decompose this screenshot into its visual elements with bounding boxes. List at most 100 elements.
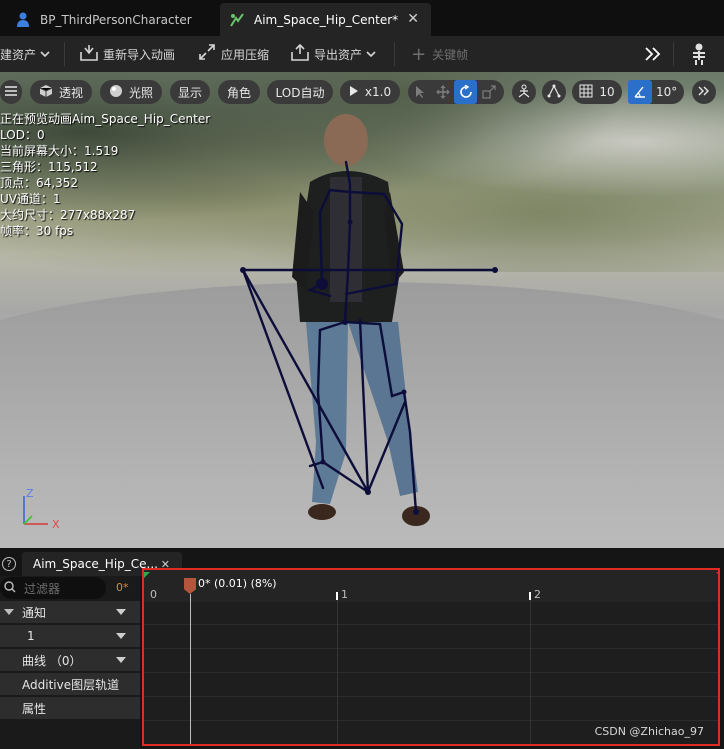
apply-compression-label: 应用压缩 (221, 47, 270, 62)
character-label: 角色 (226, 85, 251, 100)
preview-viewport[interactable]: 透视 光照 显示 角色 LOD自动 x1.0 10 10° 正在预览动画Aim_… (0, 72, 724, 548)
create-asset-button[interactable]: 创建资产 (0, 36, 50, 72)
stat-preview-animation: 正在预览动画Aim_Space_Hip_Center (0, 112, 211, 126)
filter-input[interactable]: 过滤器 (0, 577, 106, 599)
axis-x-label: X (52, 518, 60, 531)
tab-bp-third-person-character[interactable]: BP_ThirdPersonCharacter (0, 3, 216, 36)
export-asset-label: 导出资产 (314, 47, 363, 62)
tab-aim-space-hip-center[interactable]: Aim_Space_Hip_Center* ✕ (220, 3, 431, 36)
scale-icon[interactable] (477, 80, 500, 104)
track-row-additive-layers[interactable]: Additive图层轨道 (0, 673, 140, 695)
grid-snap-button[interactable]: 10 (572, 80, 622, 104)
track-row-attributes[interactable]: 属性 (0, 697, 140, 719)
perspective-label: 透视 (58, 85, 83, 100)
move-icon[interactable] (431, 80, 454, 104)
track-row-curves[interactable]: 曲线 （0） (0, 649, 140, 671)
compression-icon (197, 43, 217, 65)
perspective-button[interactable]: 透视 (30, 80, 92, 104)
reimport-animation-button[interactable]: 重新导入动画 (79, 36, 175, 72)
help-icon[interactable]: ? (2, 557, 16, 571)
double-chevron-right-icon[interactable] (633, 47, 673, 61)
stat-approx-size: 大约尺寸：277x88x287 (0, 208, 136, 222)
track-label: 1 (27, 629, 35, 643)
track-list: 过滤器 0* 通知 1 曲线 （0） Additive图层轨道 属性 (0, 576, 140, 749)
document-tab-bar: BP_ThirdPersonCharacter Aim_Space_Hip_Ce… (0, 0, 724, 36)
chevron-down-icon (366, 47, 376, 61)
reimport-label: 重新导入动画 (103, 47, 176, 62)
track-label: Additive图层轨道 (22, 677, 120, 692)
stat-vertices: 顶点：64,352 (0, 176, 78, 190)
track-label: 曲线 （0） (22, 653, 82, 668)
angle-icon[interactable] (628, 80, 652, 104)
grid-size-value: 10 (599, 85, 615, 99)
select-cursor-icon[interactable] (408, 80, 431, 104)
export-icon (290, 43, 310, 65)
track-row-notifies[interactable]: 通知 (0, 601, 140, 623)
lod-auto-button[interactable]: LOD自动 (267, 80, 333, 104)
chevron-down-icon (40, 47, 50, 61)
ruler-tick-label: 0 (150, 588, 157, 601)
character-button[interactable]: 角色 (218, 80, 260, 104)
lod-label: LOD自动 (275, 85, 325, 100)
asset-toolbar: 创建资产 重新导入动画 应用压缩 导出资产 + 关键帧 (0, 36, 724, 72)
track-label: 属性 (22, 701, 47, 716)
track-row-notify-1[interactable]: 1 (0, 625, 140, 647)
ruler-tick (336, 592, 338, 600)
dropdown-arrow-icon[interactable] (116, 629, 126, 643)
toolbar-divider (64, 42, 66, 66)
frame-gridline (530, 600, 531, 744)
cube-icon (39, 84, 53, 101)
notify-lane[interactable] (144, 602, 718, 625)
snap-icon (546, 83, 562, 102)
viewport-menu-button[interactable] (0, 80, 22, 104)
keyframe-button[interactable]: + 关键帧 (411, 36, 468, 72)
stat-uv-channels: UV通道：1 (0, 192, 61, 206)
stat-screen-size: 当前屏幕大小：1.519 (0, 144, 119, 158)
rotation-snap-value[interactable]: 10° (652, 85, 677, 99)
apply-compression-button[interactable]: 应用压缩 (197, 36, 269, 72)
show-button[interactable]: 显示 (170, 80, 210, 104)
watermark: CSDN @Zhichao_97 (594, 725, 704, 738)
playhead-line (190, 594, 191, 744)
double-chevron-right-icon (698, 85, 710, 99)
reimport-icon (79, 44, 99, 65)
viewport-overflow-button[interactable] (692, 80, 716, 104)
ruler-tick-label: 2 (534, 588, 541, 601)
skeleton-icon[interactable] (674, 43, 724, 65)
character-blueprint-icon (14, 11, 32, 29)
search-icon (4, 580, 16, 596)
play-speed-button[interactable]: x1.0 (340, 80, 400, 104)
dropdown-arrow-icon[interactable] (116, 605, 126, 619)
grid-icon (579, 84, 593, 101)
tab-label: Aim_Space_Hip_Center* (254, 12, 399, 27)
play-speed-label: x1.0 (364, 85, 392, 99)
lit-label: 光照 (128, 85, 153, 100)
stat-triangles: 三角形：115,512 (0, 160, 98, 174)
sphere-icon (109, 84, 123, 101)
curves-lane[interactable] (144, 650, 718, 673)
ruler-tick (529, 592, 531, 600)
ruler-tick-label: 1 (341, 588, 348, 601)
stat-lod: LOD：0 (0, 128, 45, 142)
track-label: 通知 (22, 605, 47, 620)
notify-track-1-lane[interactable] (144, 626, 718, 649)
axis-z-label: Z (26, 487, 34, 500)
export-asset-button[interactable]: 导出资产 (290, 36, 376, 72)
viewport-stats: 正在预览动画Aim_Space_Hip_Center LOD：0 当前屏幕大小：… (0, 111, 210, 239)
viewport-toolbar: 透视 光照 显示 角色 LOD自动 x1.0 10 10° (0, 80, 724, 104)
timeline-area[interactable]: 0 1 2 0* (0.01) (8%) CSDN @Zhichao_97 (142, 568, 720, 746)
create-asset-label: 创建资产 (0, 47, 37, 62)
surface-snap-button[interactable] (542, 80, 566, 104)
rotate-icon[interactable] (454, 80, 477, 104)
attributes-lane[interactable] (144, 698, 718, 721)
stat-framerate: 帧率：30 fps (0, 224, 74, 238)
dropdown-arrow-icon[interactable] (116, 653, 126, 667)
additive-lane[interactable] (144, 674, 718, 697)
axis-gizmo: Z X (14, 484, 74, 534)
close-icon[interactable]: ✕ (407, 11, 419, 27)
plus-icon: + (411, 43, 427, 65)
lit-mode-button[interactable]: 光照 (100, 80, 162, 104)
tab-label: BP_ThirdPersonCharacter (40, 12, 192, 27)
coordinate-space-button[interactable] (512, 80, 536, 104)
bones-icon (516, 83, 532, 102)
